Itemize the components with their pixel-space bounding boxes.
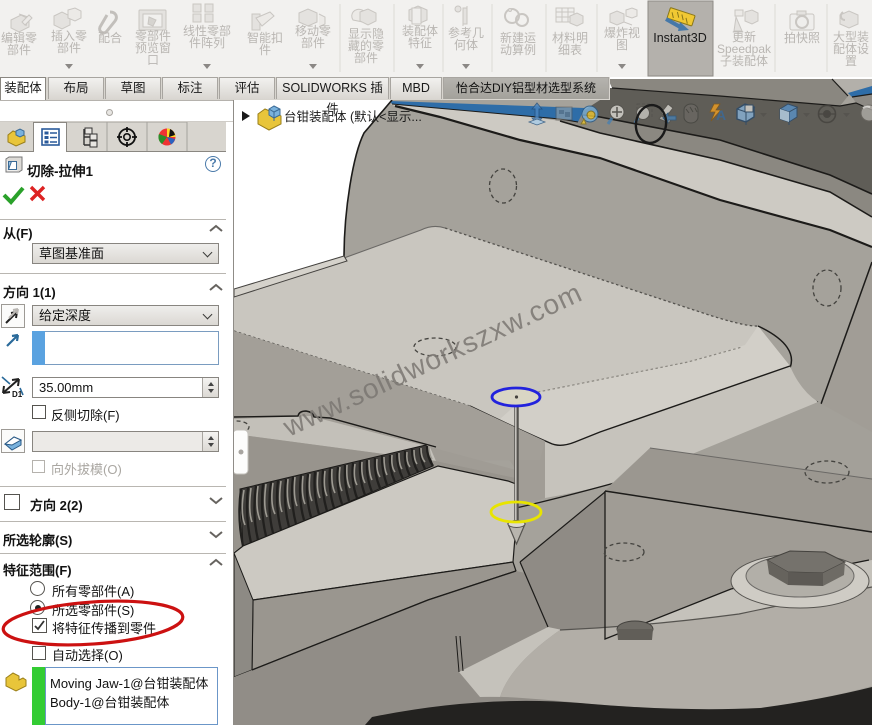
svg-text:A: A [716,107,726,123]
svg-text:件: 件 [259,43,271,57]
svg-text:细表: 细表 [558,43,582,57]
svg-text:台钳装配体 (默认<显示...: 台钳装配体 (默认<显示... [284,109,422,124]
svg-text:部件: 部件 [354,50,378,65]
svg-text:拍快照: 拍快照 [784,30,820,45]
svg-text:D1: D1 [12,390,23,398]
svg-text:部件: 部件 [301,35,325,50]
svg-text:置: 置 [845,54,857,68]
svg-text:图: 图 [616,38,628,52]
svg-text:何体: 何体 [454,38,478,52]
svg-text:子装配体: 子装配体 [720,54,768,68]
svg-text:口: 口 [147,53,159,67]
svg-text:特征: 特征 [408,35,432,50]
svg-text:动算例: 动算例 [500,42,536,57]
svg-text:Instant3D: Instant3D [653,31,707,45]
svg-text:部件: 部件 [7,42,31,57]
svg-text:配合: 配合 [98,30,122,45]
svg-text:件阵列: 件阵列 [189,36,225,50]
svg-text:部件: 部件 [57,40,81,55]
